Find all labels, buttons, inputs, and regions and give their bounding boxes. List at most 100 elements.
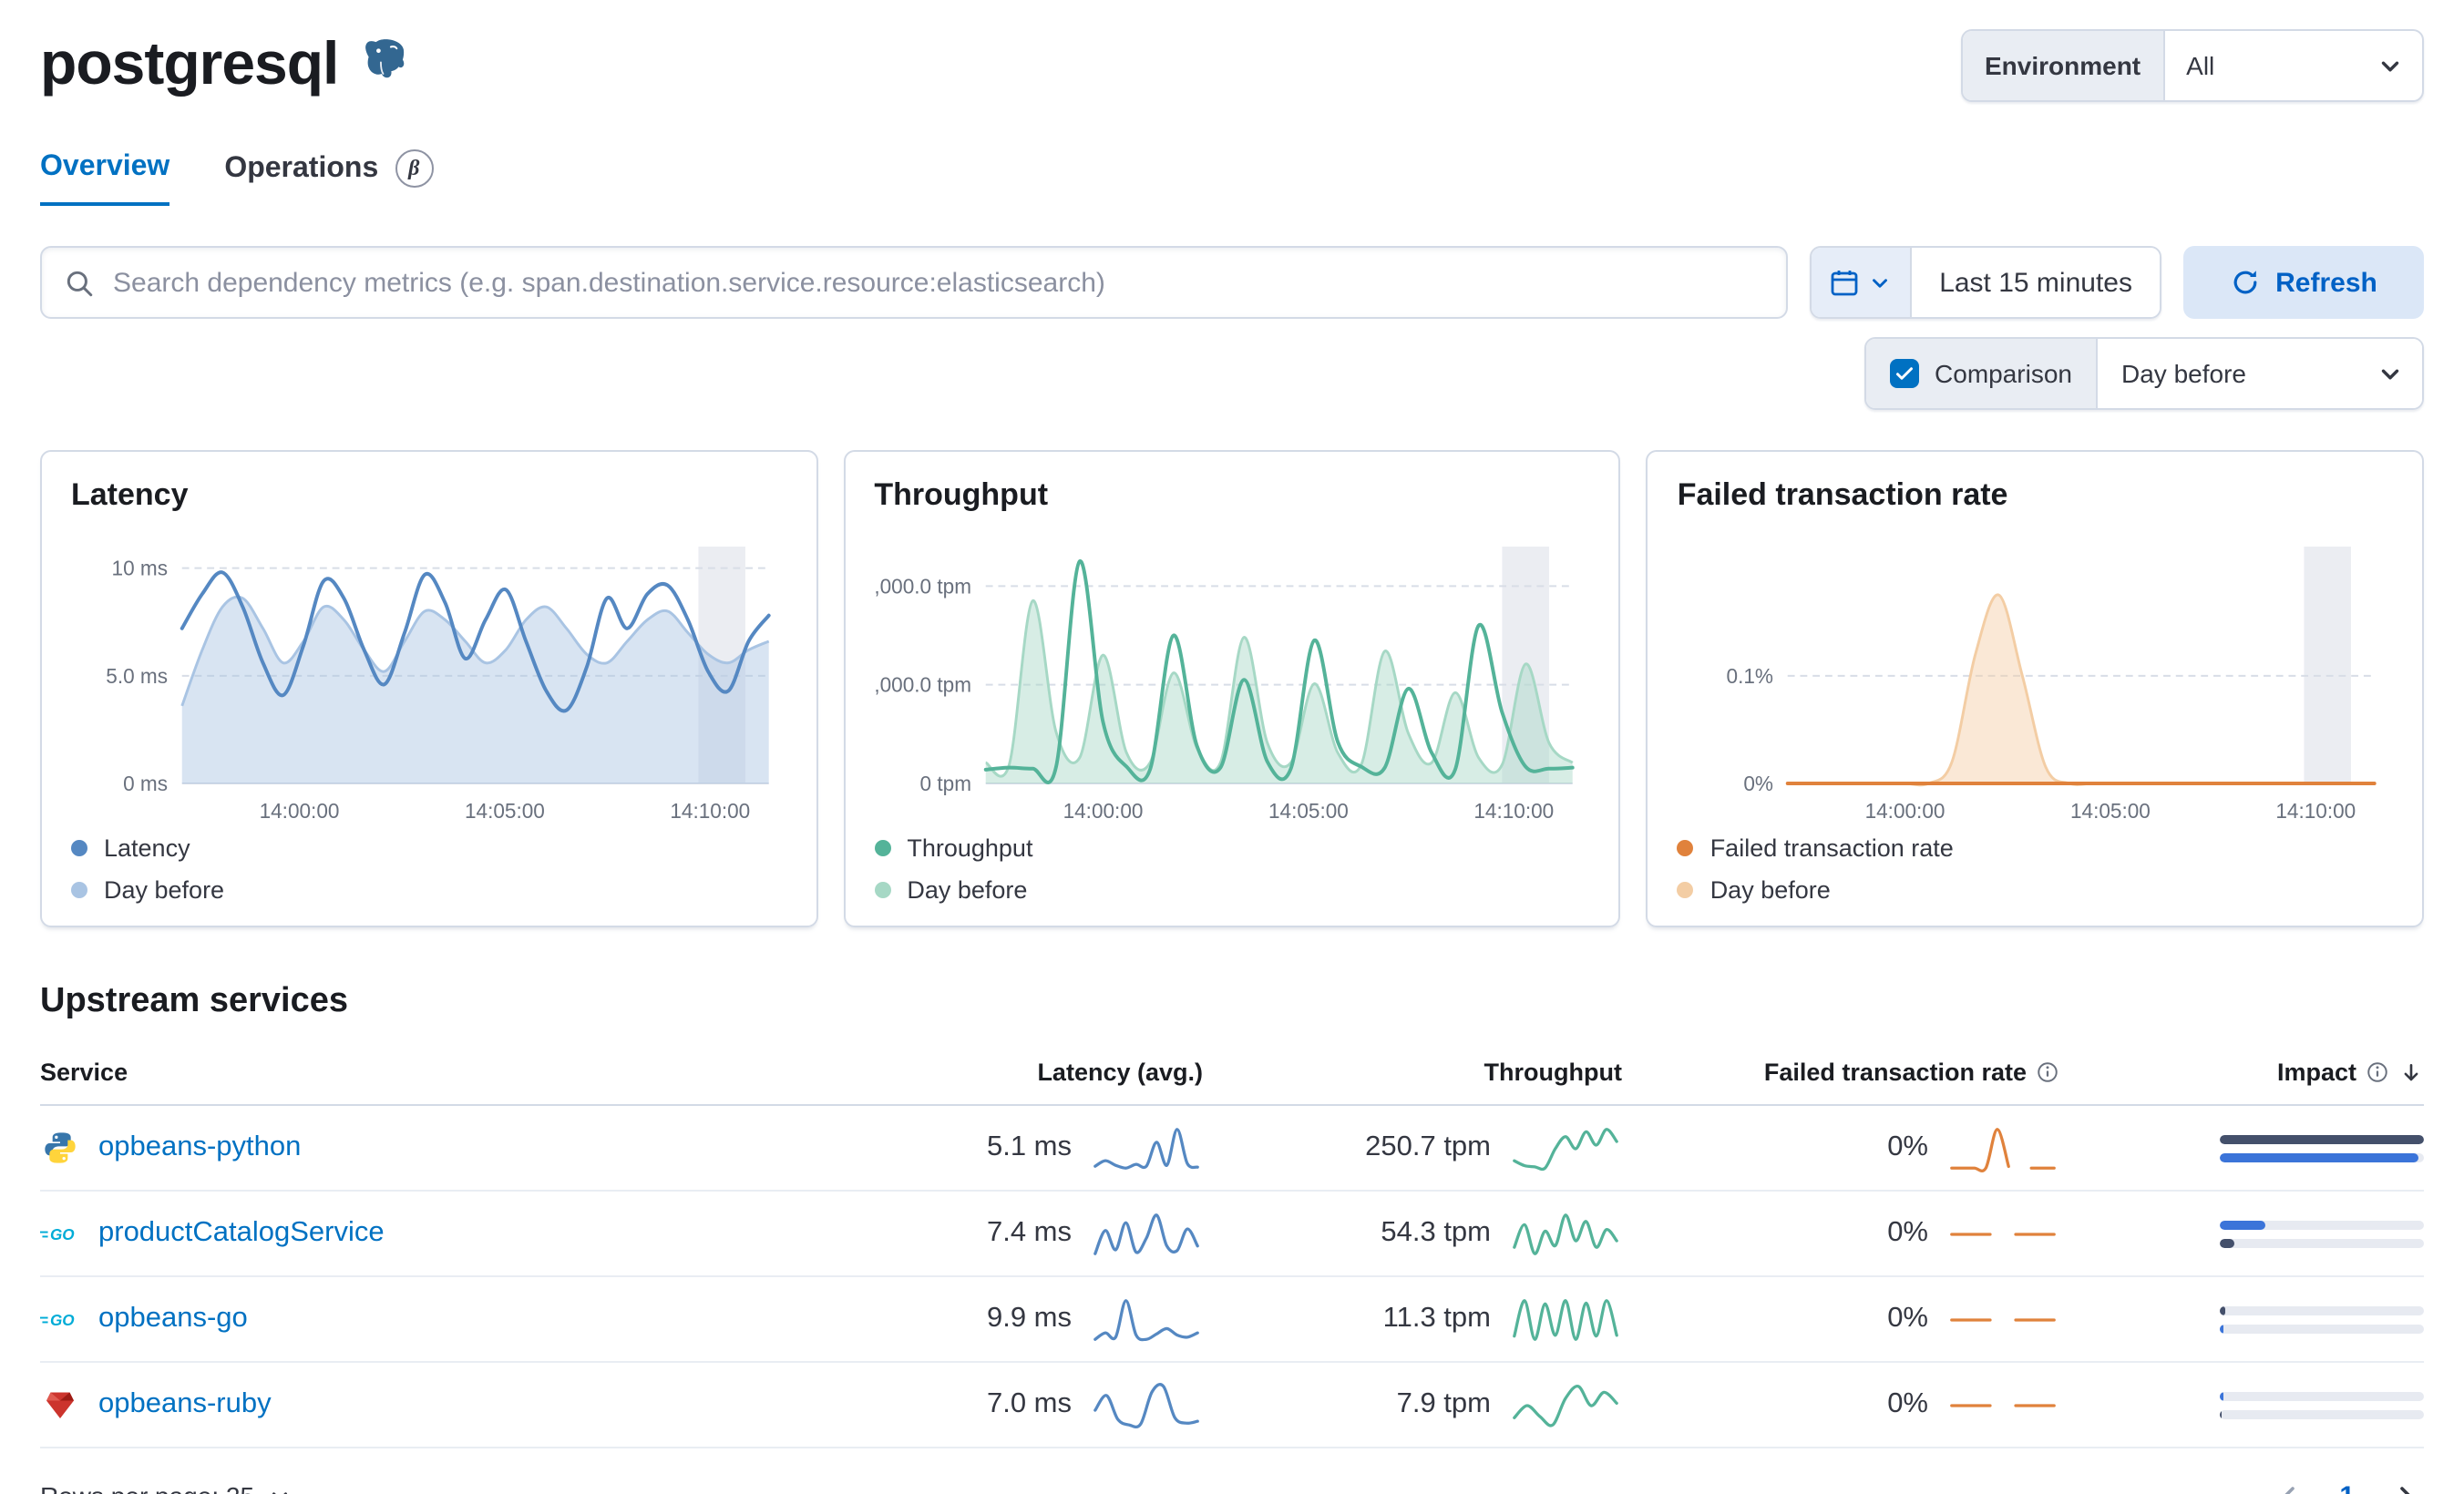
- latency-sparkline: [1093, 1213, 1199, 1254]
- table-body: opbeans-python 5.1 ms 250.7 tpm 0% GO pr…: [40, 1106, 2424, 1448]
- service-link[interactable]: productCatalogService: [98, 1217, 385, 1250]
- refresh-icon: [2230, 268, 2259, 297]
- latency-sparkline: [1093, 1298, 1199, 1341]
- rows-per-page-button[interactable]: Rows per page: 25: [40, 1481, 291, 1494]
- chart-title: Throughput: [874, 477, 1049, 512]
- column-header-failed-rate-label: Failed transaction rate: [1763, 1059, 2027, 1086]
- next-page-button[interactable]: [2387, 1478, 2424, 1494]
- column-header-latency-label: Latency (avg.): [1037, 1059, 1203, 1086]
- svg-text:14:00:00: 14:00:00: [1865, 799, 1946, 823]
- legend: Latency Day before: [71, 834, 786, 904]
- svg-text:14:00:00: 14:00:00: [260, 799, 340, 823]
- legend-label: Day before: [907, 876, 1028, 904]
- latency-cell: 5.1 ms: [902, 1123, 1203, 1172]
- tab-operations[interactable]: Operations β: [224, 149, 434, 206]
- chevron-down-icon: [2377, 52, 2404, 79]
- legend: Failed transaction rate Day before: [1677, 834, 2393, 904]
- legend-item[interactable]: Day before: [874, 876, 1589, 904]
- legend-dot: [71, 840, 87, 856]
- rows-per-page-label: Rows per page: 25: [40, 1481, 254, 1494]
- legend-item[interactable]: Day before: [71, 876, 786, 904]
- previous-page-button[interactable]: [2270, 1478, 2306, 1494]
- page-number-button[interactable]: 1: [2339, 1480, 2355, 1494]
- service-cell: GO opbeans-go: [40, 1303, 866, 1335]
- svg-text:14:00:00: 14:00:00: [1063, 799, 1143, 823]
- metric-cards: Latency 10 ms 5.0 ms 0 ms 14:00:00 14:05:00 1…: [0, 450, 2464, 927]
- legend: Throughput Day before: [874, 834, 1589, 904]
- legend-item[interactable]: Failed transaction rate: [1677, 834, 2393, 862]
- quick-select-button[interactable]: [1812, 248, 1913, 317]
- svg-text:0%: 0%: [1744, 772, 1774, 795]
- latency-sparkline: [1093, 1382, 1199, 1428]
- svg-text:2,000.0 tpm: 2,000.0 tpm: [874, 574, 970, 598]
- throughput-cell: 7.9 tpm: [1239, 1380, 1622, 1429]
- service-link[interactable]: opbeans-ruby: [98, 1388, 272, 1421]
- legend-label: Day before: [104, 876, 225, 904]
- failed-rate-chart: 0.1% 0% 14:00:00 14:05:00 14:10:00: [1727, 547, 2377, 823]
- latency-value: 9.9 ms: [986, 1303, 1072, 1334]
- comparison-control: Comparison Day before: [1863, 337, 2424, 410]
- toolbar: Last 15 minutes Refresh: [0, 246, 2464, 319]
- legend-item[interactable]: Day before: [1677, 876, 2393, 904]
- throughput-chart: 2,000.0 tpm 1,000.0 tpm 0 tpm 14:00:00 14:05…: [874, 547, 1575, 823]
- svg-text:5.0 ms: 5.0 ms: [106, 664, 168, 688]
- table-row: opbeans-python 5.1 ms 250.7 tpm 0%: [40, 1106, 2424, 1192]
- legend-item[interactable]: Throughput: [874, 834, 1589, 862]
- throughput-sparkline: [1513, 1213, 1618, 1254]
- latency-cell: 9.9 ms: [902, 1294, 1203, 1344]
- throughput-sparkline: [1513, 1384, 1618, 1427]
- legend-dot: [1677, 882, 1694, 898]
- table-row: GO opbeans-go 9.9 ms 11.3 tpm 0%: [40, 1277, 2424, 1363]
- svg-text:14:10:00: 14:10:00: [2276, 799, 2356, 823]
- impact-bar: [2096, 1305, 2424, 1333]
- search-input[interactable]: [113, 267, 1765, 298]
- sort-descending-icon: [2398, 1059, 2424, 1085]
- chevron-down-icon: [1868, 271, 1892, 294]
- info-icon[interactable]: [2366, 1060, 2389, 1084]
- column-header-failed-rate[interactable]: Failed transaction rate: [1658, 1059, 2059, 1086]
- service-cell: opbeans-python: [40, 1130, 866, 1166]
- failed-rate-cell: 0%: [1658, 1209, 2059, 1258]
- legend-item[interactable]: Latency: [71, 834, 786, 862]
- table-row: GO productCatalogService 7.4 ms 54.3 tpm: [40, 1192, 2424, 1277]
- latency-sparkline: [1093, 1127, 1199, 1169]
- legend-dot: [874, 840, 891, 856]
- environment-select[interactable]: Environment All: [1961, 29, 2424, 102]
- date-picker: Last 15 minutes: [1810, 246, 2161, 319]
- comparison-checkbox-label[interactable]: Comparison: [1865, 339, 2098, 408]
- time-range-button[interactable]: Last 15 minutes: [1912, 248, 2160, 317]
- comparison-label: Comparison: [1935, 359, 2072, 388]
- service-link[interactable]: opbeans-go: [98, 1303, 248, 1335]
- latency-value: 5.1 ms: [986, 1131, 1072, 1162]
- svg-text:0.1%: 0.1%: [1727, 664, 1773, 688]
- failed-rate-value: 0%: [1887, 1388, 1928, 1419]
- failed-rate-cell: 0%: [1658, 1294, 2059, 1344]
- page: postgresql Environment All Overview Oper…: [0, 0, 2464, 1494]
- impact-bar: [2096, 1391, 2424, 1418]
- throughput-cell: 54.3 tpm: [1239, 1209, 1622, 1258]
- environment-current: All: [2186, 51, 2215, 80]
- search-box[interactable]: [40, 246, 1789, 319]
- legend-label: Day before: [1709, 876, 1831, 904]
- throughput-value: 7.9 tpm: [1396, 1388, 1491, 1419]
- refresh-button[interactable]: Refresh: [2183, 246, 2424, 319]
- comparison-checkbox[interactable]: [1889, 359, 1919, 388]
- column-header-latency[interactable]: Latency (avg.): [902, 1059, 1203, 1086]
- comparison-select[interactable]: Day before: [2098, 339, 2422, 408]
- chart-title: Failed transaction rate: [1677, 477, 2008, 512]
- failed-rate-cell: 0%: [1658, 1380, 2059, 1429]
- tab-overview[interactable]: Overview: [40, 149, 170, 206]
- svg-text:14:10:00: 14:10:00: [1473, 799, 1554, 823]
- column-header-impact[interactable]: Impact: [2096, 1059, 2424, 1086]
- comparison-value: Day before: [2121, 359, 2246, 388]
- python-icon: [40, 1130, 80, 1166]
- table-header-row: Service Latency (avg.) Throughput Failed…: [40, 1044, 2424, 1106]
- svg-text:0 ms: 0 ms: [123, 772, 168, 795]
- service-link[interactable]: opbeans-python: [98, 1131, 301, 1164]
- environment-value[interactable]: All: [2164, 31, 2422, 100]
- info-icon[interactable]: [2036, 1060, 2059, 1084]
- failed-rate-sparkline: [1950, 1403, 2056, 1407]
- column-header-throughput[interactable]: Throughput: [1239, 1059, 1622, 1086]
- throughput-sparkline: [1513, 1127, 1618, 1171]
- throughput-value: 11.3 tpm: [1382, 1303, 1491, 1334]
